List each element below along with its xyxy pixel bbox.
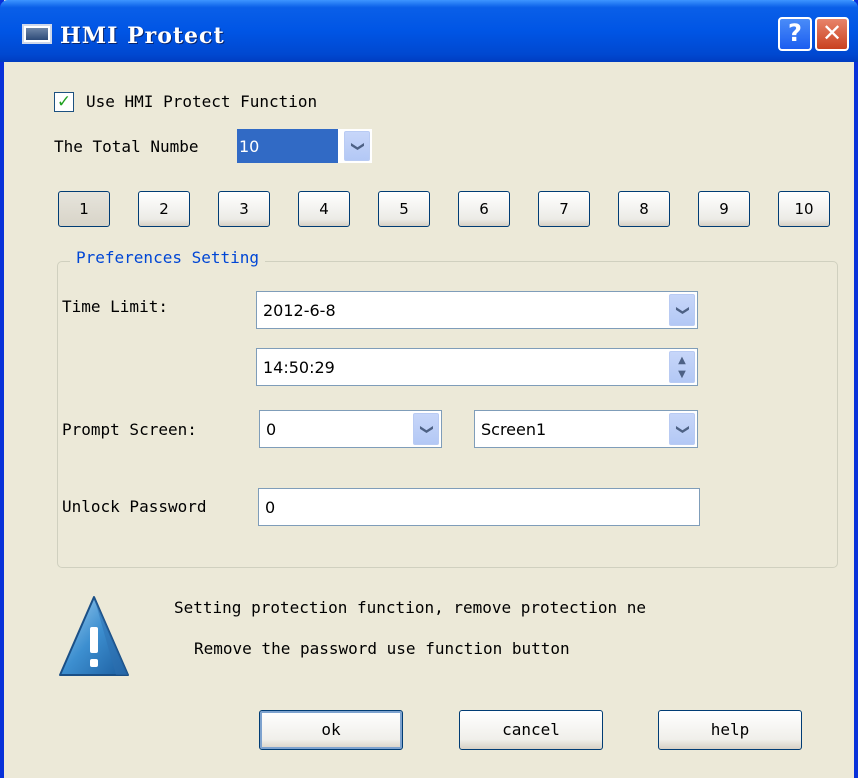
spin-up-icon[interactable]: ▲ xyxy=(670,355,694,366)
prompt-screen-label: Prompt Screen: xyxy=(62,420,197,439)
number-button-7[interactable]: 7 xyxy=(538,191,590,227)
spin-down-icon[interactable]: ▼ xyxy=(670,369,694,380)
unlock-password-label: Unlock Password xyxy=(62,497,207,516)
number-button-4[interactable]: 4 xyxy=(298,191,350,227)
close-button[interactable]: ✕ xyxy=(815,17,849,51)
warning-triangle-icon xyxy=(59,596,129,676)
number-button-5[interactable]: 5 xyxy=(378,191,430,227)
number-button-9[interactable]: 9 xyxy=(698,191,750,227)
message-line-2: Remove the password use function button xyxy=(194,639,570,658)
total-number-select[interactable]: 10 ❯ xyxy=(237,129,372,163)
total-number-label: The Total Numbe xyxy=(54,137,199,156)
use-protect-checkbox[interactable]: ✓ xyxy=(54,92,74,112)
unlock-password-value: 0 xyxy=(265,497,276,517)
title-bar[interactable]: HMI Protect ? ✕ xyxy=(0,0,858,62)
time-spinner[interactable]: 14:50:29 ▲ ▼ xyxy=(256,348,698,386)
prompt-screen-name-select[interactable]: Screen1 ❯ xyxy=(474,410,698,448)
chevron-down-icon[interactable]: ❯ xyxy=(413,413,439,445)
cancel-button[interactable]: cancel xyxy=(459,710,603,750)
number-button-2[interactable]: 2 xyxy=(138,191,190,227)
number-button-8[interactable]: 8 xyxy=(618,191,670,227)
number-button-1[interactable]: 1 xyxy=(58,191,110,227)
chevron-down-icon[interactable]: ❯ xyxy=(669,294,695,326)
unlock-password-input[interactable]: 0 xyxy=(258,488,700,526)
preferences-title: Preferences Setting xyxy=(70,248,266,267)
number-button-3[interactable]: 3 xyxy=(218,191,270,227)
help-title-button[interactable]: ? xyxy=(778,17,812,51)
use-protect-label: Use HMI Protect Function xyxy=(86,92,318,111)
time-limit-label: Time Limit: xyxy=(62,297,168,316)
date-picker[interactable]: 2012-6-8 ❯ xyxy=(256,291,698,329)
chevron-down-icon[interactable]: ❯ xyxy=(669,413,695,445)
prompt-screen-number-select[interactable]: 0 ❯ xyxy=(259,410,442,448)
prompt-screen-name-value: Screen1 xyxy=(481,419,547,439)
total-number-value: 10 xyxy=(239,136,260,156)
number-button-10[interactable]: 10 xyxy=(778,191,830,227)
app-icon xyxy=(22,24,52,44)
message-line-1: Setting protection function, remove prot… xyxy=(174,598,647,617)
ok-button[interactable]: ok xyxy=(259,710,403,750)
checkmark-icon: ✓ xyxy=(56,92,72,112)
date-value: 2012-6-8 xyxy=(263,300,336,320)
window-title: HMI Protect xyxy=(60,23,225,49)
prompt-screen-number-value: 0 xyxy=(266,419,277,439)
help-button[interactable]: help xyxy=(658,710,802,750)
time-value: 14:50:29 xyxy=(263,357,335,377)
number-button-6[interactable]: 6 xyxy=(458,191,510,227)
chevron-down-icon[interactable]: ❯ xyxy=(344,131,370,161)
up-down-spinner-icon[interactable]: ▲ ▼ xyxy=(669,351,695,383)
